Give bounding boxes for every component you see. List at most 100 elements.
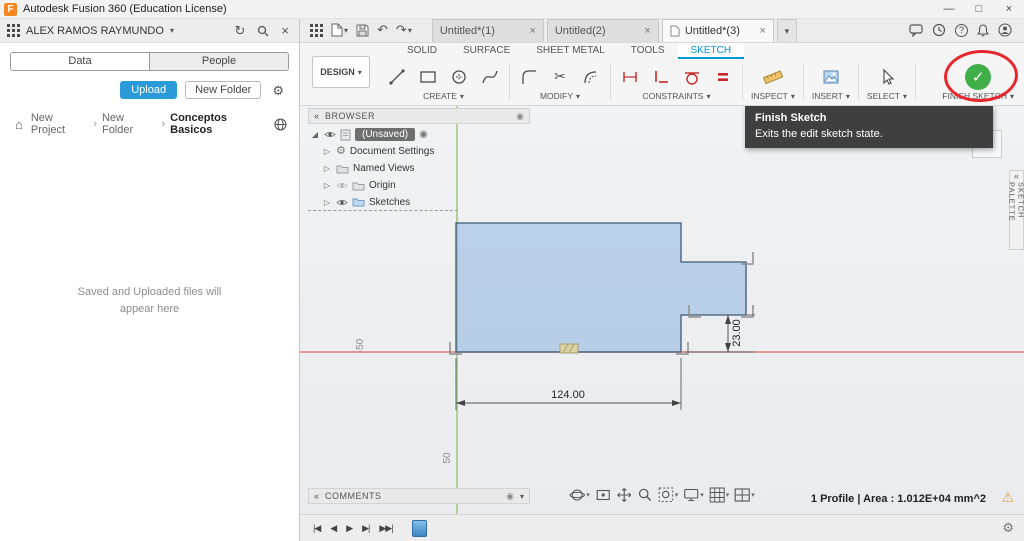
breadcrumb-project[interactable]: New Project — [31, 112, 88, 136]
document-tab-2[interactable]: Untitled(2) × — [546, 19, 659, 42]
group-label-insert[interactable]: INSERT ▾ — [812, 91, 850, 103]
rectangle-tool-icon[interactable] — [417, 66, 439, 88]
tab-people[interactable]: People — [149, 53, 288, 70]
tab-surface[interactable]: SURFACE — [450, 43, 523, 59]
close-tab-icon[interactable]: × — [759, 25, 765, 37]
help-icon[interactable]: ? — [955, 23, 968, 37]
close-panel-icon[interactable]: × — [278, 24, 292, 37]
comment-icon[interactable] — [909, 23, 923, 37]
chevron-down-icon[interactable]: ▾ — [520, 492, 524, 501]
step-back-button[interactable]: ◀ — [325, 523, 341, 534]
workspace-selector[interactable]: DESIGN ▾ — [312, 56, 370, 88]
job-status-clock-icon[interactable] — [932, 23, 946, 37]
new-folder-button[interactable]: New Folder — [185, 81, 262, 99]
close-tab-icon[interactable]: × — [529, 25, 535, 37]
document-tab-3-active[interactable]: Untitled*(3) × — [661, 19, 774, 42]
finish-sketch-button[interactable]: FINISH SKETCH ▾ — [942, 91, 1014, 103]
zoom-icon[interactable] — [637, 487, 653, 503]
close-window-button[interactable]: × — [994, 0, 1024, 19]
trim-tool-icon[interactable]: ✂ — [549, 66, 571, 88]
look-at-icon[interactable] — [595, 487, 611, 503]
collapse-panel-icon[interactable]: « — [314, 491, 319, 501]
browser-item-root[interactable]: ◢ (Unsaved) ◉ — [308, 126, 530, 143]
browser-item-origin[interactable]: ▷ Origin — [308, 177, 530, 194]
home-icon[interactable]: ⌂ — [12, 118, 26, 131]
expander-open-icon[interactable]: ◢ — [310, 130, 320, 139]
play-button[interactable]: ▶ — [341, 523, 357, 534]
file-menu-icon[interactable]: ▾ — [327, 18, 352, 42]
orbit-icon[interactable]: ▾ — [569, 487, 590, 503]
close-tab-icon[interactable]: × — [644, 25, 650, 37]
visibility-eye-icon[interactable] — [336, 198, 348, 207]
grid-snap-icon[interactable]: ▾ — [709, 487, 729, 503]
refresh-icon[interactable]: ↻ — [232, 24, 249, 37]
equal-constraint-icon[interactable] — [712, 66, 734, 88]
tab-data[interactable]: Data — [11, 53, 149, 70]
sketch-palette-tab[interactable]: « SKETCH PALETTE — [1008, 170, 1024, 250]
show-data-panel-icon[interactable] — [306, 18, 327, 42]
tab-sheet-metal[interactable]: SHEET METAL — [523, 43, 618, 59]
save-icon[interactable] — [352, 18, 373, 42]
avatar-icon[interactable] — [998, 23, 1012, 37]
line-tool-icon[interactable] — [386, 66, 408, 88]
viewport-canvas[interactable]: 124.00 23.00 -50 50 « BROWSER ◉ ◢ (Unsav… — [300, 106, 1024, 514]
timeline-gear-icon[interactable]: ⚙ — [1002, 520, 1014, 536]
upload-button[interactable]: Upload — [120, 81, 178, 99]
skip-to-end-button[interactable]: ▶▶| — [374, 523, 397, 534]
project-user-name[interactable]: ALEX RAMOS RAYMUNDO — [26, 25, 164, 37]
projects-grid-icon[interactable] — [7, 24, 20, 37]
offset-tool-icon[interactable] — [580, 66, 602, 88]
pan-icon[interactable] — [616, 487, 632, 503]
comments-header[interactable]: « COMMENTS ◉ ▾ — [308, 488, 530, 504]
expander-icon[interactable]: ▷ — [322, 198, 332, 207]
display-filter-icon[interactable]: ◉ — [516, 111, 524, 122]
undo-icon[interactable]: ↶ — [373, 18, 392, 42]
browser-header[interactable]: « BROWSER ◉ — [308, 108, 530, 124]
expander-icon[interactable]: ▷ — [322, 147, 332, 156]
fillet-tool-icon[interactable] — [518, 66, 540, 88]
browser-item-document-settings[interactable]: ▷ ⚙ Document Settings — [308, 143, 530, 160]
visibility-eye-off-icon[interactable] — [336, 181, 348, 190]
finish-sketch-check-icon[interactable]: ✓ — [965, 63, 992, 90]
notifications-bell-icon[interactable] — [977, 23, 989, 37]
spline-tool-icon[interactable] — [479, 66, 501, 88]
dimension-width[interactable]: 124.00 — [455, 358, 682, 410]
dimension-height[interactable]: 23.00 — [685, 314, 755, 353]
timeline-marker[interactable] — [411, 519, 427, 537]
globe-icon[interactable] — [274, 117, 287, 131]
collapse-panel-icon[interactable]: « — [314, 111, 319, 121]
group-label-select[interactable]: SELECT ▾ — [867, 91, 907, 103]
sketch-profile[interactable] — [455, 222, 747, 353]
visibility-eye-icon[interactable] — [324, 130, 336, 139]
breadcrumb-current[interactable]: Conceptos Basicos — [170, 112, 269, 136]
horizontal-vertical-constraint-icon[interactable] — [650, 66, 672, 88]
display-settings-icon[interactable]: ▾ — [683, 487, 704, 503]
tab-overflow-button[interactable]: ▾ — [776, 19, 797, 42]
minimize-button[interactable]: — — [934, 0, 964, 19]
circle-tool-icon[interactable] — [448, 66, 470, 88]
group-label-create[interactable]: CREATE ▾ — [423, 91, 464, 103]
zoom-window-icon[interactable]: ▾ — [658, 487, 678, 503]
expander-icon[interactable]: ▷ — [322, 181, 332, 190]
expand-palette-icon[interactable]: « — [1014, 172, 1019, 181]
group-label-inspect[interactable]: INSPECT ▾ — [751, 91, 795, 103]
tangent-constraint-icon[interactable] — [681, 66, 703, 88]
group-label-modify[interactable]: MODIFY ▾ — [540, 91, 580, 103]
expander-icon[interactable]: ▷ — [322, 164, 332, 173]
browser-item-sketches[interactable]: ▷ Sketches — [308, 194, 458, 211]
group-label-constraints[interactable]: CONSTRAINTS ▾ — [643, 91, 711, 103]
sketch-dimension-tool-icon[interactable] — [619, 66, 641, 88]
step-forward-button[interactable]: ▶| — [357, 523, 374, 534]
tab-solid[interactable]: SOLID — [394, 43, 450, 59]
chevron-down-icon[interactable]: ▾ — [170, 26, 174, 35]
comments-dot-icon[interactable]: ◉ — [506, 491, 514, 502]
settings-gear-icon[interactable]: ⚙ — [269, 84, 287, 97]
tab-sketch-active[interactable]: SKETCH — [677, 43, 745, 59]
document-tab-1[interactable]: Untitled*(1) × — [431, 19, 544, 42]
tab-tools[interactable]: TOOLS — [618, 43, 678, 59]
root-document-label[interactable]: (Unsaved) — [355, 128, 416, 141]
insert-image-tool-icon[interactable] — [820, 66, 842, 88]
maximize-button[interactable]: □ — [964, 0, 994, 19]
warning-icon[interactable]: ⚠ — [1001, 489, 1014, 506]
breadcrumb-folder[interactable]: New Folder — [102, 112, 156, 136]
